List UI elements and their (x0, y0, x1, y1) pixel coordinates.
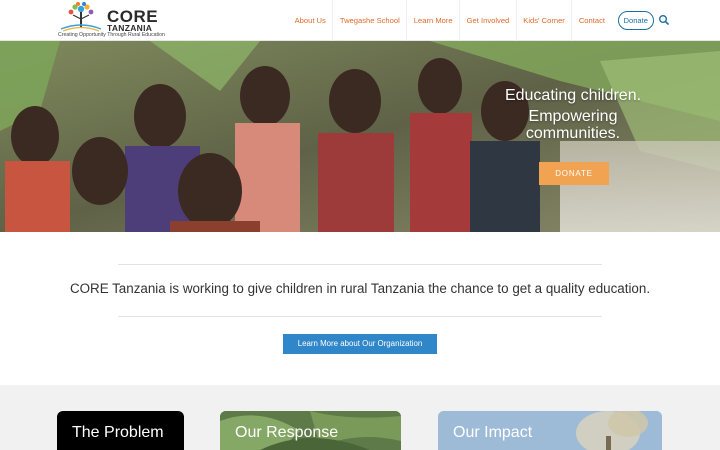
card-title: Our Response (235, 424, 339, 441)
card-the-problem[interactable]: The Problem (57, 411, 184, 450)
core-tanzania-logo[interactable]: CORE TANZANIA Creating Opportunity Throu… (57, 1, 165, 39)
hero-tagline: Educating children. Empowering communiti… (478, 87, 668, 143)
nav-get-involved[interactable]: Get Involved (459, 0, 516, 41)
hero-donate-button[interactable]: DONATE (539, 162, 609, 185)
nav-about-us[interactable]: About Us (288, 0, 332, 41)
hero-banner: Educating children. Empowering communiti… (0, 41, 720, 232)
nav-twegashe-school[interactable]: Twegashe School (332, 0, 406, 41)
nav-donate-button[interactable]: Donate (617, 11, 654, 30)
card-title: The Problem (72, 424, 164, 441)
logo-tagline: Creating Opportunity Through Rural Educa… (58, 32, 165, 38)
divider-top (118, 264, 602, 265)
nav-kids-corner[interactable]: Kids' Corner (515, 0, 572, 41)
learn-more-organization-button[interactable]: Learn More about Our Organization (283, 334, 437, 354)
nav-learn-more[interactable]: Learn More (406, 0, 459, 41)
mission-statement: CORE Tanzania is working to give childre… (69, 281, 651, 296)
card-our-impact[interactable]: Our Impact (438, 411, 662, 450)
search-icon[interactable] (658, 14, 670, 26)
card-title: Our Impact (453, 424, 533, 441)
hero-line-2: Empowering (528, 107, 618, 125)
main-nav: About Us Twegashe School Learn More Get … (288, 0, 654, 41)
hero-line-3: communities. (525, 125, 621, 142)
card-our-response[interactable]: Our Response (220, 411, 401, 450)
hero-line-1: Educating children. (504, 87, 642, 104)
divider-bottom (118, 316, 602, 317)
nav-contact[interactable]: Contact (571, 0, 611, 41)
tree-of-people-icon (60, 2, 102, 32)
site-header: CORE TANZANIA Creating Opportunity Throu… (0, 0, 720, 41)
